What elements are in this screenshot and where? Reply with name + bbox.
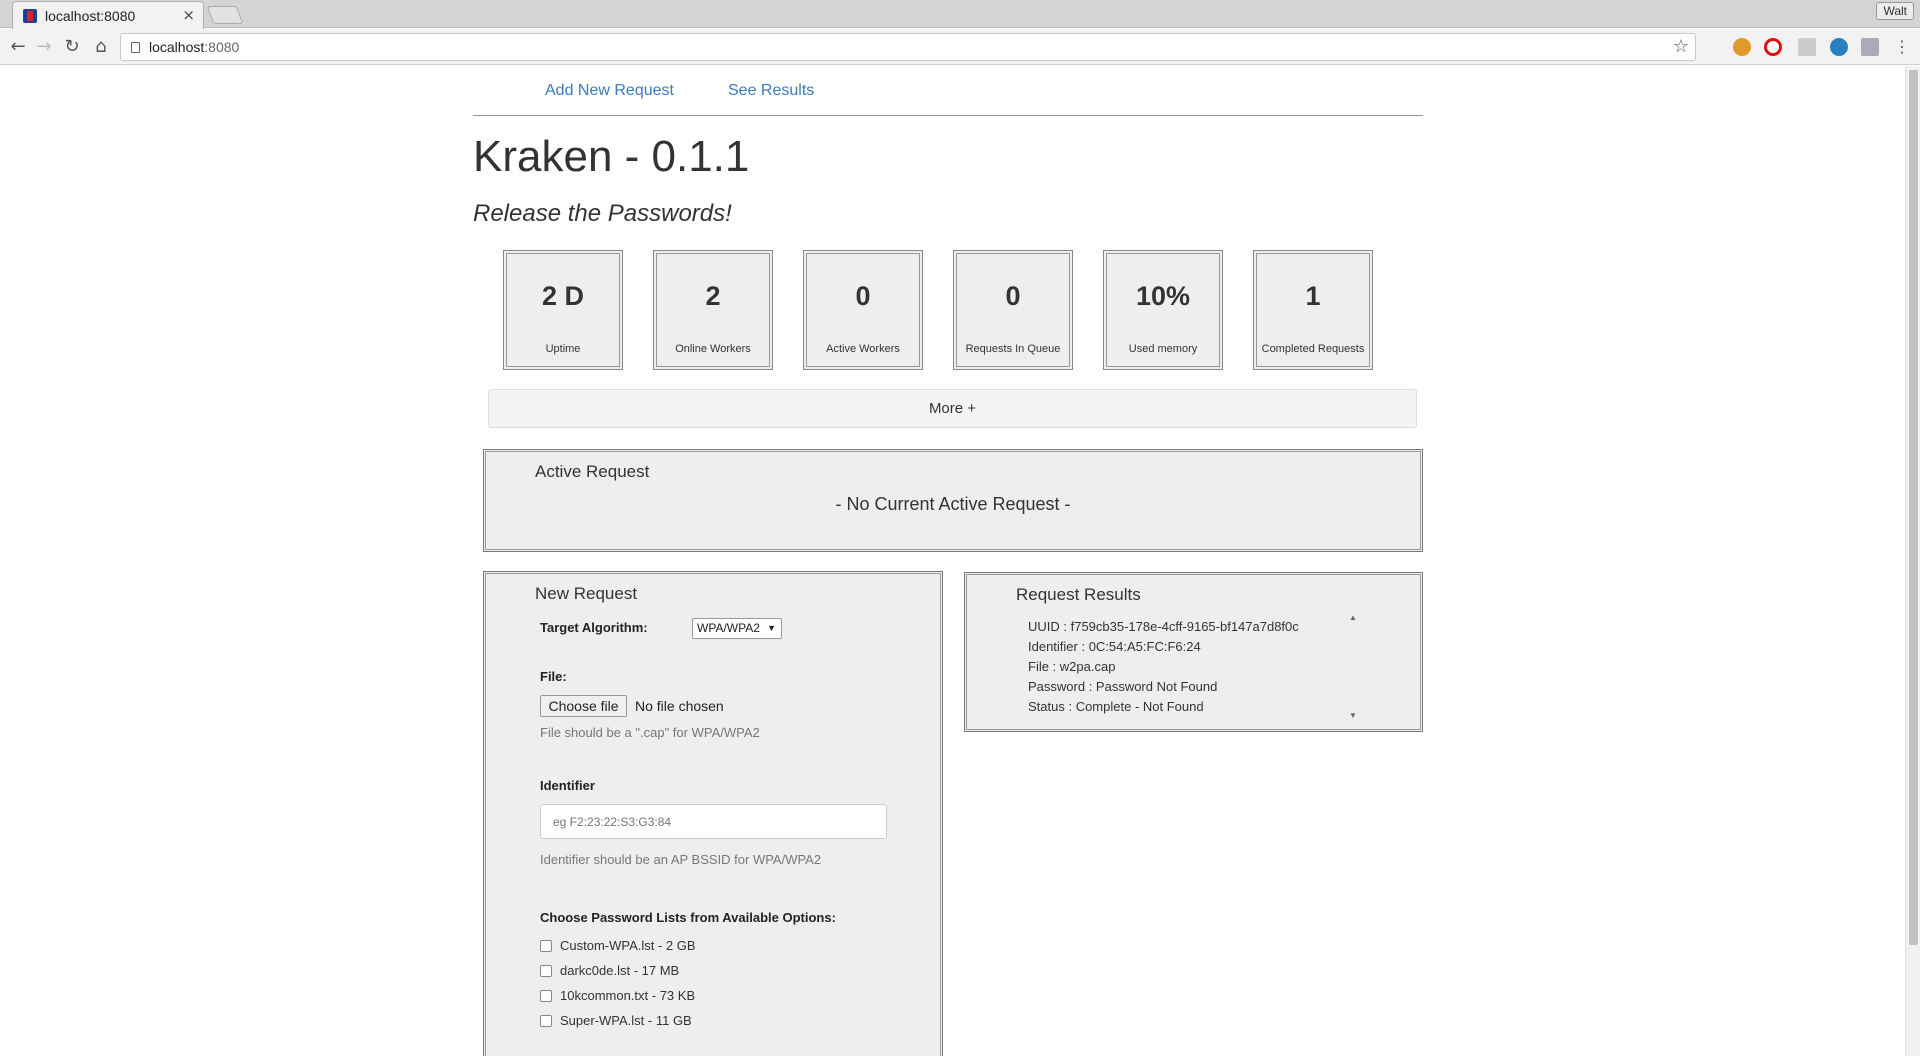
page-tagline: Release the Passwords! xyxy=(473,200,732,227)
stat-label: Uptime xyxy=(545,343,581,355)
stat-value: 0 xyxy=(855,281,871,311)
stat-label: Completed Requests xyxy=(1261,343,1365,355)
see-results-link[interactable]: See Results xyxy=(728,82,814,100)
stat-value: 10% xyxy=(1135,281,1191,311)
address-bar[interactable]: localhost:8080 ☆ xyxy=(120,33,1696,61)
stat-completed-requests: 1 Completed Requests xyxy=(1253,250,1373,370)
identifier-input[interactable] xyxy=(540,804,887,839)
stat-label: Online Workers xyxy=(675,343,751,355)
cast-extension-icon[interactable] xyxy=(1861,38,1879,56)
stat-requests-in-queue: 0 Requests In Queue xyxy=(953,250,1073,370)
result-file: File : w2pa.cap xyxy=(1028,659,1116,674)
password-list-checkbox[interactable] xyxy=(540,940,552,952)
stat-uptime: 2 D Uptime xyxy=(503,250,623,370)
url-text: localhost:8080 xyxy=(149,39,239,55)
active-request-panel: Active Request - No Current Active Reque… xyxy=(483,449,1423,552)
extension-icon-1[interactable] xyxy=(1733,38,1751,56)
new-request-panel: New Request Target Algorithm: WPA/WPA2 ▼… xyxy=(483,571,943,1056)
file-label: File: xyxy=(540,669,567,684)
result-identifier: Identifier : 0C:54:A5:FC:F6:24 xyxy=(1028,639,1201,654)
stat-value: 2 D xyxy=(541,281,585,311)
stat-value: 1 xyxy=(1305,281,1321,311)
shield-extension-icon[interactable] xyxy=(1798,38,1816,56)
file-hint: File should be a ".cap" for WPA/WPA2 xyxy=(540,725,760,740)
page-content: Add New Request See Results Kraken - 0.1… xyxy=(0,66,1905,1056)
target-algorithm-label: Target Algorithm: xyxy=(540,620,648,635)
back-arrow-icon[interactable]: ← xyxy=(6,35,30,59)
scrollbar-thumb[interactable] xyxy=(1909,70,1918,945)
forward-arrow-icon[interactable]: → xyxy=(32,35,56,59)
browser-tab[interactable]: localhost:8080 × xyxy=(12,1,204,29)
password-list-label: darkc0de.lst - 17 MB xyxy=(560,963,680,978)
url-port: :8080 xyxy=(204,39,240,55)
browser-tab-strip: localhost:8080 × Walt xyxy=(0,0,1920,29)
password-list-label: Super-WPA.lst - 11 GB xyxy=(560,1013,692,1028)
stat-value: 0 xyxy=(1005,281,1021,311)
result-password: Password : Password Not Found xyxy=(1028,679,1218,694)
stat-label: Requests In Queue xyxy=(965,343,1061,355)
target-algorithm-select[interactable]: WPA/WPA2 ▼ xyxy=(692,618,782,639)
chrome-menu-icon[interactable]: ⋮ xyxy=(1890,35,1914,59)
no-active-request-text: - No Current Active Request - xyxy=(835,494,1071,514)
identifier-label: Identifier xyxy=(540,778,595,793)
password-lists-label: Choose Password Lists from Available Opt… xyxy=(540,910,836,925)
result-status: Status : Complete - Not Found xyxy=(1028,699,1204,714)
circle-extension-icon[interactable] xyxy=(1830,38,1848,56)
page-scrollbar[interactable] xyxy=(1905,66,1920,1056)
request-results-title: Request Results xyxy=(1016,585,1141,604)
result-uuid: UUID : f759cb35-178e-4cff-9165-bf147a7d8… xyxy=(1028,619,1299,634)
dropdown-arrow-icon: ▼ xyxy=(767,623,776,633)
home-icon[interactable]: ⌂ xyxy=(89,35,113,59)
scroll-up-arrow-icon[interactable]: ▲ xyxy=(1349,613,1357,622)
request-results-panel: Request Results UUID : f759cb35-178e-4cf… xyxy=(964,572,1423,732)
opera-extension-icon[interactable] xyxy=(1764,38,1782,56)
active-request-title: Active Request xyxy=(535,462,650,481)
more-button[interactable]: More + xyxy=(488,389,1417,428)
page-title: Kraken - 0.1.1 xyxy=(473,132,750,181)
stat-label: Used memory xyxy=(1128,343,1198,355)
new-tab-button[interactable] xyxy=(206,6,244,24)
tab-title: localhost:8080 xyxy=(45,8,136,24)
stat-value: 2 xyxy=(705,281,721,311)
password-list-checkbox[interactable] xyxy=(540,965,552,977)
bookmark-star-icon[interactable]: ☆ xyxy=(1673,36,1689,57)
browser-toolbar: ← → ↻ ⌂ localhost:8080 ☆ ⋮ xyxy=(0,29,1920,65)
identifier-hint: Identifier should be an AP BSSID for WPA… xyxy=(540,852,822,867)
stat-online-workers: 2 Online Workers xyxy=(653,250,773,370)
stat-active-workers: 0 Active Workers xyxy=(803,250,923,370)
target-algorithm-value: WPA/WPA2 xyxy=(697,621,760,635)
reload-icon[interactable]: ↻ xyxy=(60,35,84,59)
choose-file-button[interactable]: Choose file xyxy=(540,695,627,717)
stat-used-memory: 10% Used memory xyxy=(1103,250,1223,370)
profile-button[interactable]: Walt xyxy=(1876,2,1914,20)
stat-label: Active Workers xyxy=(826,343,900,355)
tab-close-icon[interactable]: × xyxy=(182,6,195,24)
url-host: localhost xyxy=(149,39,205,55)
password-list-label: Custom-WPA.lst - 2 GB xyxy=(560,938,696,953)
top-navigation: Add New Request See Results xyxy=(473,66,1423,116)
password-list-checkbox[interactable] xyxy=(540,990,552,1002)
request-results-list[interactable]: UUID : f759cb35-178e-4cff-9165-bf147a7d8… xyxy=(1028,617,1333,717)
scroll-down-arrow-icon[interactable]: ▼ xyxy=(1349,711,1357,720)
password-list-checkbox[interactable] xyxy=(540,1015,552,1027)
kraken-favicon-icon xyxy=(23,9,37,23)
no-file-chosen-text: No file chosen xyxy=(635,698,724,714)
password-list-label: 10kcommon.txt - 73 KB xyxy=(560,988,696,1003)
new-request-title: New Request xyxy=(535,584,638,603)
add-new-request-link[interactable]: Add New Request xyxy=(545,82,674,100)
page-info-icon[interactable] xyxy=(131,42,140,53)
